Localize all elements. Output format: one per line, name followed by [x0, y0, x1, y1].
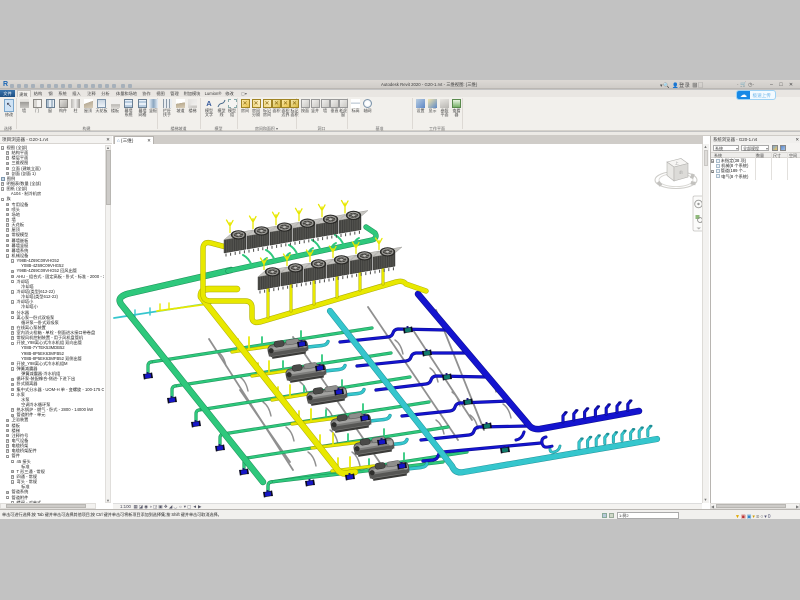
svg-text:前: 前 — [679, 170, 683, 175]
